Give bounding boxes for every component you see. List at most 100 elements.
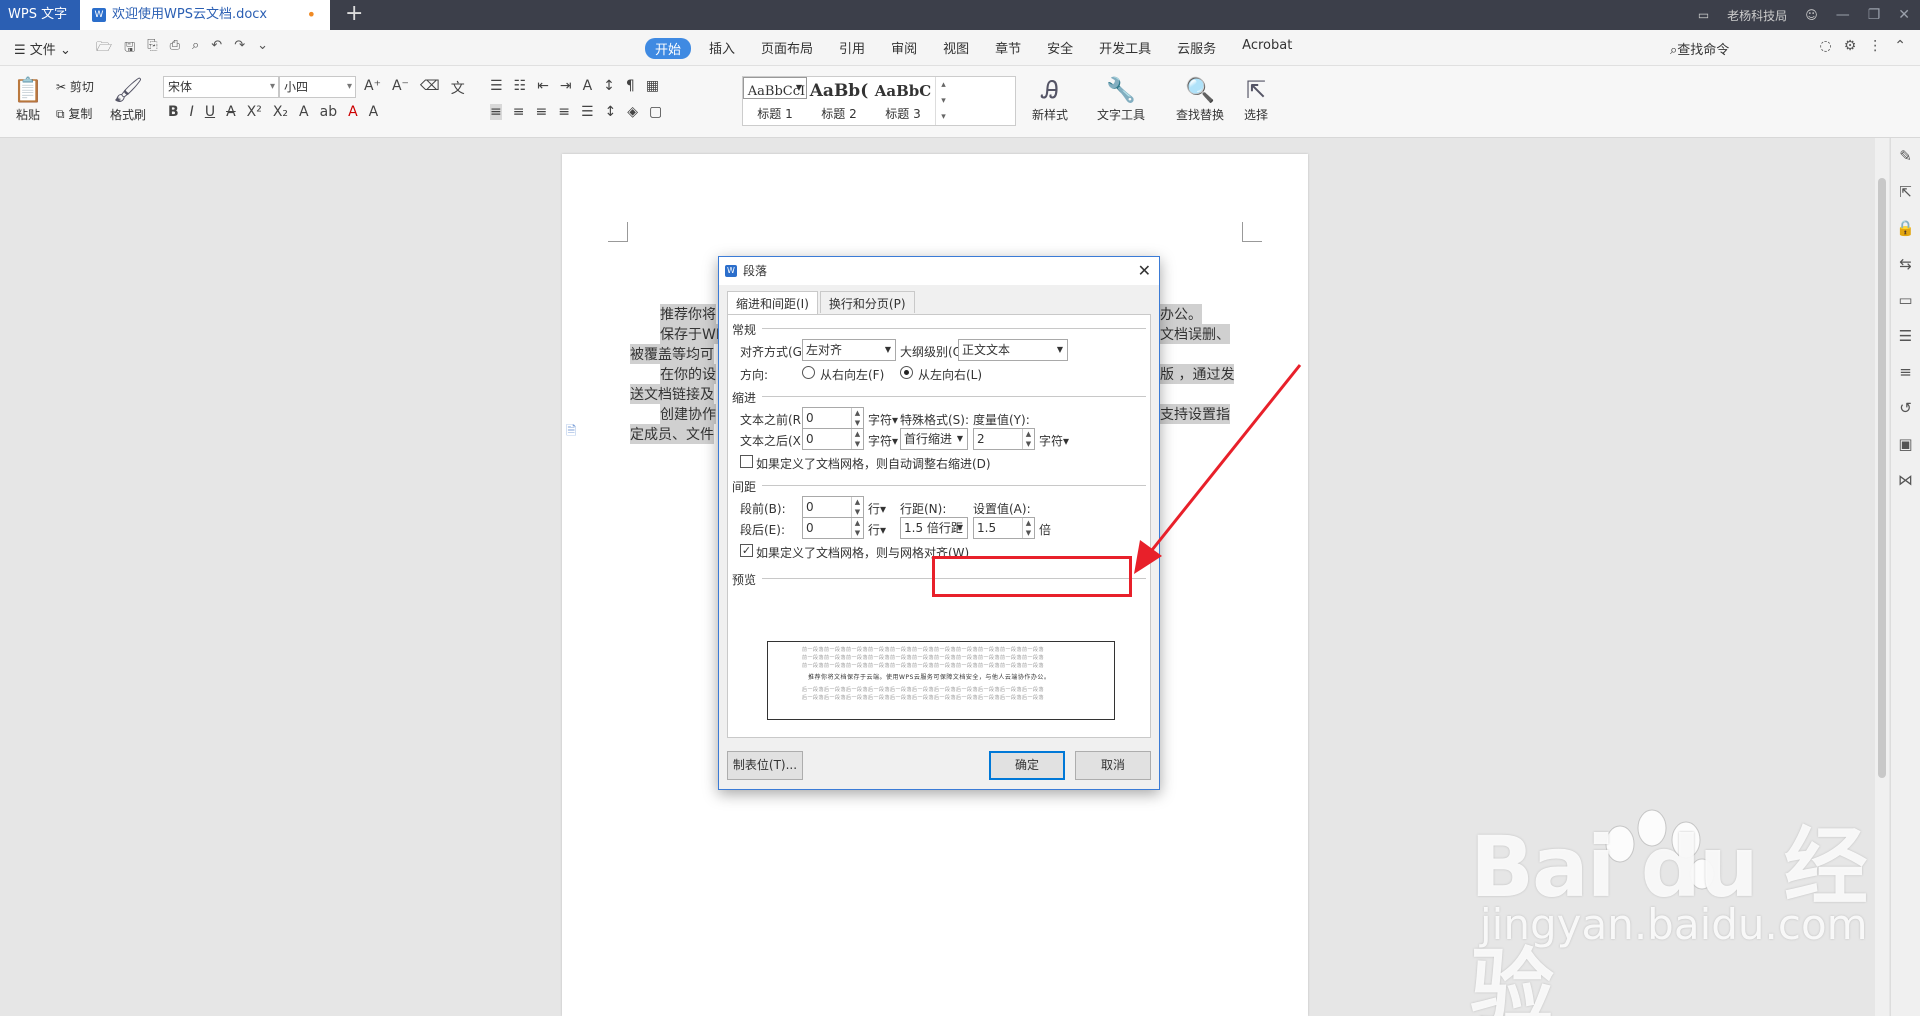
outline-icon[interactable]: ☰ xyxy=(1891,318,1920,354)
export-pdf-icon[interactable]: ⎘ xyxy=(147,38,157,60)
doc-text-line[interactable]: 被覆盖等均可 xyxy=(630,344,714,364)
font-color-icon[interactable]: A xyxy=(348,104,358,120)
doc-text-line[interactable]: 文档误删、 xyxy=(1160,324,1230,344)
spinner-arrows-icon[interactable]: ▲ ▼ xyxy=(851,408,863,428)
tab-insert[interactable]: 插入 xyxy=(709,38,735,59)
tab-security[interactable]: 安全 xyxy=(1047,38,1073,59)
lock-icon[interactable]: 🔒 xyxy=(1891,210,1920,246)
space-after-unit[interactable]: 行▾ xyxy=(868,521,886,538)
chinese-layout-icon[interactable]: A xyxy=(583,78,593,94)
tab-view[interactable]: 视图 xyxy=(943,38,969,59)
select-objects-icon[interactable]: ⇱ xyxy=(1891,174,1920,210)
auto-adjust-label[interactable]: 如果定义了文档网格，则自动调整右缩进(D) xyxy=(756,455,991,472)
indent-after-input[interactable]: 0 ▲ ▼ xyxy=(802,428,864,450)
window-layout-icon[interactable]: ▭ xyxy=(1698,8,1709,22)
tab-indent-spacing[interactable]: 缩进和间距(I) xyxy=(727,291,818,314)
space-before-unit[interactable]: 行▾ xyxy=(868,500,886,517)
bold-icon[interactable]: B xyxy=(168,104,179,120)
user-name[interactable]: 老杨科技局 xyxy=(1727,7,1787,24)
scroll-thumb[interactable] xyxy=(1878,178,1886,778)
tab-acrobat[interactable]: Acrobat xyxy=(1242,38,1292,59)
rtl-label[interactable]: 从右向左(F) xyxy=(820,366,884,383)
avatar[interactable]: ☺ xyxy=(1805,8,1818,22)
subscript-icon[interactable]: X₂ xyxy=(273,104,288,120)
gear-icon[interactable]: ⚙ xyxy=(1844,38,1857,54)
ltr-radio[interactable] xyxy=(900,366,913,379)
dialog-title-bar[interactable]: W 段落 ✕ xyxy=(719,257,1159,285)
numbered-list-icon[interactable]: ☷ xyxy=(514,78,527,94)
tab-references[interactable]: 引用 xyxy=(839,38,865,59)
doc-text-line[interactable]: 推荐你将 xyxy=(660,304,716,324)
table-icon[interactable]: ▦ xyxy=(646,78,659,94)
close-icon[interactable]: ✕ xyxy=(1138,257,1151,285)
spinner-arrows-icon[interactable]: ▲ ▼ xyxy=(851,518,863,538)
doc-text-line[interactable]: 定成员、文件 xyxy=(630,424,714,444)
pen-icon[interactable]: ✎ xyxy=(1891,138,1920,174)
text-tools-button[interactable]: 🔧 文字工具 xyxy=(1090,74,1152,123)
translate-icon[interactable]: ⇆ xyxy=(1891,246,1920,282)
save-icon[interactable]: 🖫 xyxy=(124,38,135,60)
char-shading-icon[interactable]: A xyxy=(369,104,379,120)
doc-text-line[interactable]: 创建协作 xyxy=(660,404,716,424)
justify-icon[interactable]: ≡ xyxy=(558,104,570,120)
style-heading-3[interactable]: AaBbC 标题 3 xyxy=(871,77,935,125)
more-icon[interactable]: ⋮ xyxy=(1868,38,1882,54)
history-icon[interactable]: ↺ xyxy=(1891,390,1920,426)
highlight-icon[interactable]: ab xyxy=(320,104,337,120)
cancel-button[interactable]: 取消 xyxy=(1075,751,1151,780)
spinner-arrows-icon[interactable]: ▲ ▼ xyxy=(851,429,863,449)
align-select[interactable]: 左对齐 xyxy=(802,339,896,361)
cut-button[interactable]: ✂ 剪切 xyxy=(56,78,94,95)
spinner-arrows-icon[interactable]: ▲ ▼ xyxy=(1022,429,1034,449)
space-after-input[interactable]: 0 ▲ ▼ xyxy=(802,517,864,539)
collapse-ribbon-icon[interactable]: ⌃ xyxy=(1894,38,1906,54)
tab-line-page-break[interactable]: 换行和分页(P) xyxy=(819,291,915,313)
tab-chapter[interactable]: 章节 xyxy=(995,38,1021,59)
border-icon[interactable]: ▢ xyxy=(649,104,662,120)
undo-icon[interactable]: ↶ xyxy=(211,38,222,60)
outline-select[interactable]: 正文文本 xyxy=(958,339,1068,361)
format-painter-button[interactable]: 🖌 格式刷 xyxy=(108,74,148,123)
indent-after-unit[interactable]: 字符▾ xyxy=(868,432,898,449)
auto-adjust-checkbox[interactable] xyxy=(740,455,753,468)
increase-indent-icon[interactable]: ⇥ xyxy=(560,78,572,94)
superscript-icon[interactable]: X² xyxy=(247,104,262,120)
strikethrough-icon[interactable]: A xyxy=(226,104,236,120)
space-before-input[interactable]: 0 ▲ ▼ xyxy=(802,496,864,518)
decrease-indent-icon[interactable]: ⇤ xyxy=(537,78,549,94)
tabs-button[interactable]: 制表位(T)... xyxy=(727,751,803,780)
style-normal[interactable]: AaBbCcI正文 xyxy=(743,77,807,99)
print-preview-icon[interactable]: ⌕ xyxy=(192,38,199,60)
italic-icon[interactable]: I xyxy=(190,104,194,120)
tab-home[interactable]: 开始 xyxy=(645,38,692,59)
indent-before-unit[interactable]: 字符▾ xyxy=(868,411,898,428)
file-menu[interactable]: ☰ 文件 ⌄ xyxy=(14,39,71,58)
special-format-select[interactable]: 首行缩进 xyxy=(900,428,968,450)
align-center-icon[interactable]: ≡ xyxy=(513,104,525,120)
sort-icon[interactable]: ↕ xyxy=(603,78,615,94)
new-style-button[interactable]: Ꭿ 新样式 xyxy=(1028,74,1072,123)
clear-format-icon[interactable]: ⌫ xyxy=(420,78,440,98)
share-icon[interactable]: ⋈ xyxy=(1891,462,1920,498)
shrink-font-icon[interactable]: A⁻ xyxy=(392,78,409,98)
text-effect-icon[interactable]: A xyxy=(299,104,309,120)
search-command[interactable]: ⌕查找命令 xyxy=(1670,39,1729,58)
app-tab[interactable]: WPS 文字 xyxy=(0,0,80,30)
minimize-icon[interactable]: — xyxy=(1836,7,1850,23)
doc-text-line[interactable]: 送文档链接及 xyxy=(630,384,714,404)
doc-text-line[interactable]: 办公。 xyxy=(1160,304,1202,324)
bullet-list-icon[interactable]: ☰ xyxy=(490,78,503,94)
distributed-icon[interactable]: ☰ xyxy=(581,104,594,120)
add-tab-button[interactable]: + xyxy=(345,0,363,28)
font-size-select[interactable]: 小四 xyxy=(279,76,356,98)
tab-developer[interactable]: 开发工具 xyxy=(1099,38,1151,59)
copy-button[interactable]: ⧉ 复制 xyxy=(56,105,92,122)
paragraph-handle-icon[interactable]: 🗎 xyxy=(566,422,576,444)
redo-icon[interactable]: ↷ xyxy=(234,38,245,60)
doc-text-line[interactable]: 在你的设 xyxy=(660,364,716,384)
print-icon[interactable]: ⎙ xyxy=(170,38,180,60)
tab-page-layout[interactable]: 页面布局 xyxy=(761,38,813,59)
line-spacing-icon[interactable]: ↕ xyxy=(605,104,617,120)
close-icon[interactable]: ✕ xyxy=(1898,7,1910,23)
archive-icon[interactable]: ▭ xyxy=(1891,282,1920,318)
